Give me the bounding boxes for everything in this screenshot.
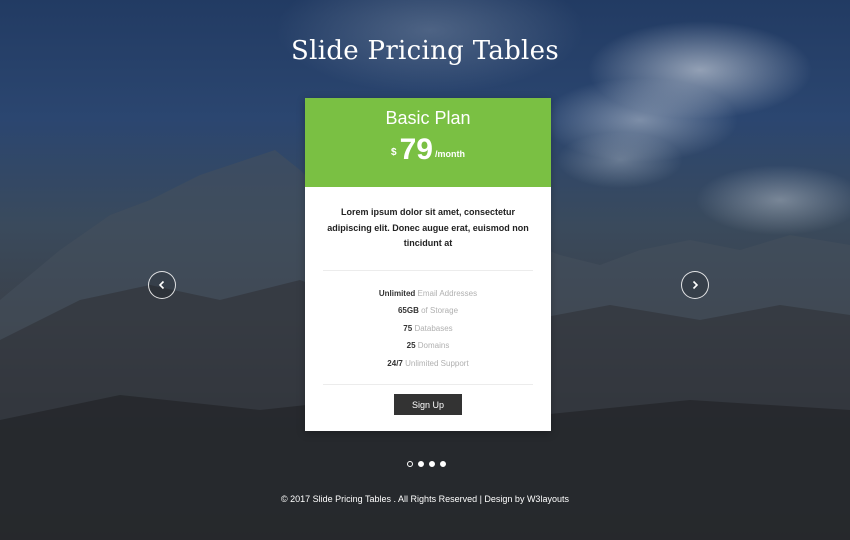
feature-label: Unlimited Support xyxy=(405,358,469,368)
price-period: /month xyxy=(434,149,465,159)
sign-up-button[interactable]: Sign Up xyxy=(394,394,462,415)
feature-item: 25 Domains xyxy=(305,337,551,355)
feature-item: 65GB of Storage xyxy=(305,302,551,320)
pagination-dot[interactable] xyxy=(429,461,435,467)
divider xyxy=(323,269,533,271)
price-currency: $ xyxy=(391,147,397,158)
feature-item: 75 Databases xyxy=(305,320,551,338)
prev-slide-button[interactable] xyxy=(148,271,176,299)
feature-label: Email Addresses xyxy=(417,288,478,298)
price-amount: 79 xyxy=(399,133,433,166)
footer-copyright: © 2017 Slide Pricing Tables . All Rights… xyxy=(281,494,569,504)
page-title: Slide Pricing Tables xyxy=(290,36,560,66)
price: $ 79 /month xyxy=(305,135,551,165)
feature-item: Unlimited Email Addresses xyxy=(305,285,551,303)
divider xyxy=(323,384,533,385)
pricing-card: Basic Plan $ 79 /month Lorem ipsum dolor… xyxy=(305,98,551,431)
next-slide-button[interactable] xyxy=(681,271,709,299)
chevron-right-icon xyxy=(692,280,699,290)
chevron-left-icon xyxy=(158,280,165,290)
pagination-dot[interactable] xyxy=(418,461,424,467)
feature-value: 75 xyxy=(403,323,413,333)
feature-item: 24/7 Unlimited Support xyxy=(305,355,551,373)
feature-value: 65GB xyxy=(397,306,419,315)
plan-description: Lorem ipsum dolor sit amet, consectetur … xyxy=(327,207,529,248)
feature-label: of Storage xyxy=(421,306,459,315)
pagination-dot[interactable] xyxy=(440,461,446,467)
plan-name: Basic Plan xyxy=(385,108,471,128)
pricing-card-header: Basic Plan $ 79 /month xyxy=(305,98,551,187)
feature-label: Domains xyxy=(417,341,450,350)
feature-value: Unlimited xyxy=(378,288,416,298)
feature-value: 25 xyxy=(406,341,416,350)
feature-value: 24/7 xyxy=(387,358,403,368)
feature-label: Databases xyxy=(414,323,453,333)
pagination-dot[interactable] xyxy=(407,461,413,467)
carousel-pagination xyxy=(407,461,446,467)
feature-list: Unlimited Email Addresses 65GB of Storag… xyxy=(305,285,551,373)
